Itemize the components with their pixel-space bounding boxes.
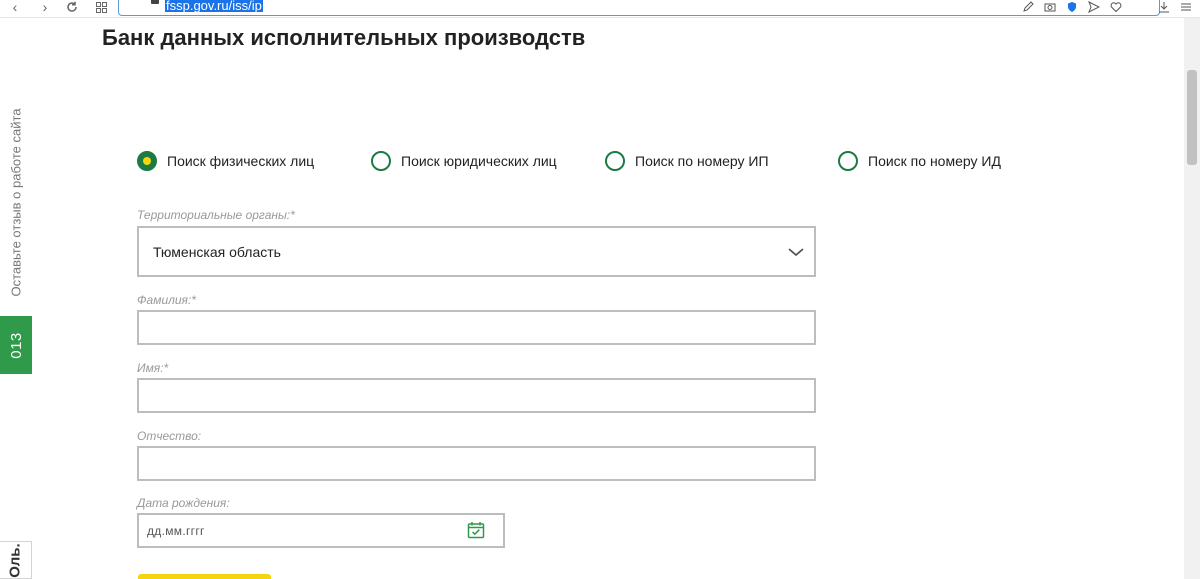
radio-unchecked-icon[interactable] [605, 151, 625, 171]
region-select-value: Тюменская область [153, 244, 281, 260]
scrollbar-thumb[interactable] [1187, 70, 1197, 165]
calendar-icon[interactable] [467, 521, 485, 539]
birthdate-label: Дата рождения: [137, 496, 230, 510]
region-select[interactable]: Тюменская область [137, 226, 816, 277]
radio-individuals[interactable]: Поиск физических лиц [137, 150, 314, 172]
bottom-side-tab[interactable]: Оль. [0, 541, 32, 579]
download-icon[interactable] [1156, 0, 1172, 14]
firstname-label: Имя:* [137, 361, 169, 375]
page-title: Банк данных исполнительных производств [102, 25, 586, 50]
heart-icon[interactable] [1108, 0, 1124, 14]
address-url[interactable]: fssp.gov.ru/iss/ip [165, 0, 263, 12]
chevron-down-icon [788, 248, 804, 257]
feedback-text: Оставьте отзыв о работе сайта [8, 108, 24, 297]
address-bar[interactable]: fssp.gov.ru/iss/ip [118, 0, 1160, 16]
feedback-tab[interactable]: Оставьте отзыв о работе сайта [0, 100, 32, 305]
radio-label: Поиск по номеру ИП [635, 153, 769, 169]
send-icon[interactable] [1086, 0, 1102, 14]
birthdate-input[interactable]: дд.мм.гггг [137, 513, 505, 548]
lastname-label: Фамилия:* [137, 293, 196, 307]
badge-013[interactable]: 013 [0, 316, 32, 374]
firstname-input[interactable] [137, 378, 816, 413]
scrollbar[interactable] [1184, 18, 1200, 579]
radio-checked-icon[interactable] [137, 151, 157, 171]
shield-icon[interactable] [1064, 0, 1080, 14]
lastname-input[interactable] [137, 310, 816, 345]
patronymic-input[interactable] [137, 446, 816, 481]
lock-icon [151, 0, 159, 4]
radio-label: Поиск юридических лиц [401, 153, 557, 169]
menu-icon[interactable] [1178, 0, 1194, 14]
radio-id-number[interactable]: Поиск по номеру ИД [838, 150, 1001, 172]
camera-icon[interactable] [1042, 0, 1058, 14]
grid-icon[interactable] [94, 0, 108, 14]
browser-toolbar: ‹ › fssp.gov.ru/iss/ip [0, 0, 1200, 18]
divider [1130, 0, 1150, 14]
radio-legal-entities[interactable]: Поиск юридических лиц [371, 150, 557, 172]
radio-label: Поиск по номеру ИД [868, 153, 1001, 169]
badge-text: 013 [7, 331, 25, 359]
radio-label: Поиск физических лиц [167, 153, 315, 169]
back-icon[interactable]: ‹ [8, 0, 22, 14]
region-label: Территориальные органы:* [137, 208, 295, 222]
radio-unchecked-icon[interactable] [371, 151, 391, 171]
radio-ip-number[interactable]: Поиск по номеру ИП [605, 150, 769, 172]
radio-unchecked-icon[interactable] [838, 151, 858, 171]
birthdate-placeholder: дд.мм.гггг [147, 524, 205, 538]
toolbar-right-icons [1020, 0, 1200, 14]
patronymic-label: Отчество: [137, 429, 202, 443]
reload-icon[interactable] [64, 0, 80, 14]
bottom-side-tab-text: Оль. [7, 542, 25, 578]
search-button[interactable] [138, 574, 271, 579]
edit-icon[interactable] [1020, 0, 1036, 14]
forward-icon[interactable]: › [38, 0, 52, 14]
